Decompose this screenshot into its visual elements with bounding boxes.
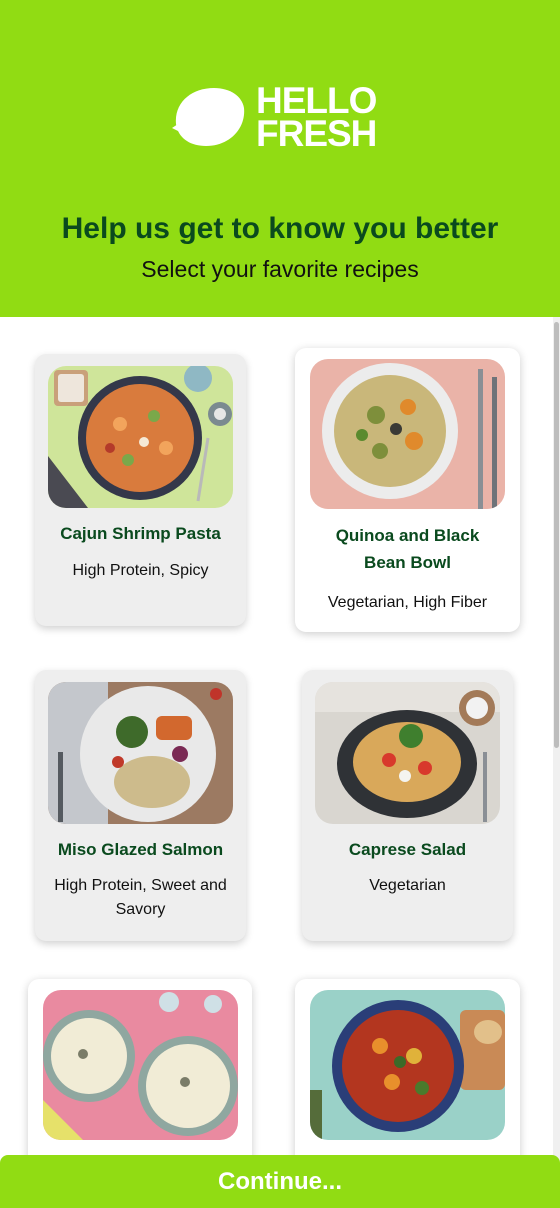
recipe-title: Miso Glazed Salmon bbox=[57, 840, 224, 859]
cajun-shrimp-pasta-photo bbox=[48, 366, 233, 508]
page-title: Help us get to know you better bbox=[61, 212, 499, 245]
recipe-card-caprese-salad[interactable]: Caprese Salad Vegetarian bbox=[302, 670, 513, 941]
continue-button[interactable]: Continue... bbox=[0, 1155, 560, 1208]
hellofresh-logo: HELLO FRESH bbox=[170, 82, 392, 154]
recipe-title: Quinoa and Black Bean Bowl bbox=[335, 526, 480, 572]
cream-soup-photo bbox=[43, 990, 238, 1140]
recipe-card-cajun-shrimp-pasta[interactable]: Cajun Shrimp Pasta High Protein, Spicy bbox=[35, 354, 246, 626]
recipe-tags: High Protein, Spicy bbox=[72, 562, 209, 579]
recipe-title: Caprese Salad bbox=[348, 840, 467, 859]
page-subtitle: Select your favorite recipes bbox=[141, 256, 419, 282]
header-banner: HELLO FRESH Help us get to know you bett… bbox=[0, 0, 560, 317]
vegetable-stew-photo bbox=[310, 990, 505, 1140]
lime-icon bbox=[172, 88, 245, 146]
logo-text-fresh: FRESH bbox=[256, 113, 377, 154]
recipe-card-quinoa-black-bean-bowl[interactable]: Quinoa and Black Bean Bowl Vegetarian, H… bbox=[295, 348, 520, 632]
miso-salmon-photo bbox=[48, 682, 233, 824]
recipe-tags: Vegetarian bbox=[369, 877, 446, 894]
recipe-card-miso-glazed-salmon[interactable]: Miso Glazed Salmon High Protein, Sweet a… bbox=[35, 670, 246, 941]
recipe-tags: High Protein, Sweet and Savory bbox=[54, 877, 227, 918]
scrollbar-thumb[interactable] bbox=[554, 322, 559, 748]
caprese-salad-photo bbox=[315, 682, 500, 824]
recipe-title: Cajun Shrimp Pasta bbox=[60, 524, 221, 543]
quinoa-bowl-photo bbox=[310, 359, 505, 509]
recipe-tags: Vegetarian, High Fiber bbox=[327, 594, 488, 611]
